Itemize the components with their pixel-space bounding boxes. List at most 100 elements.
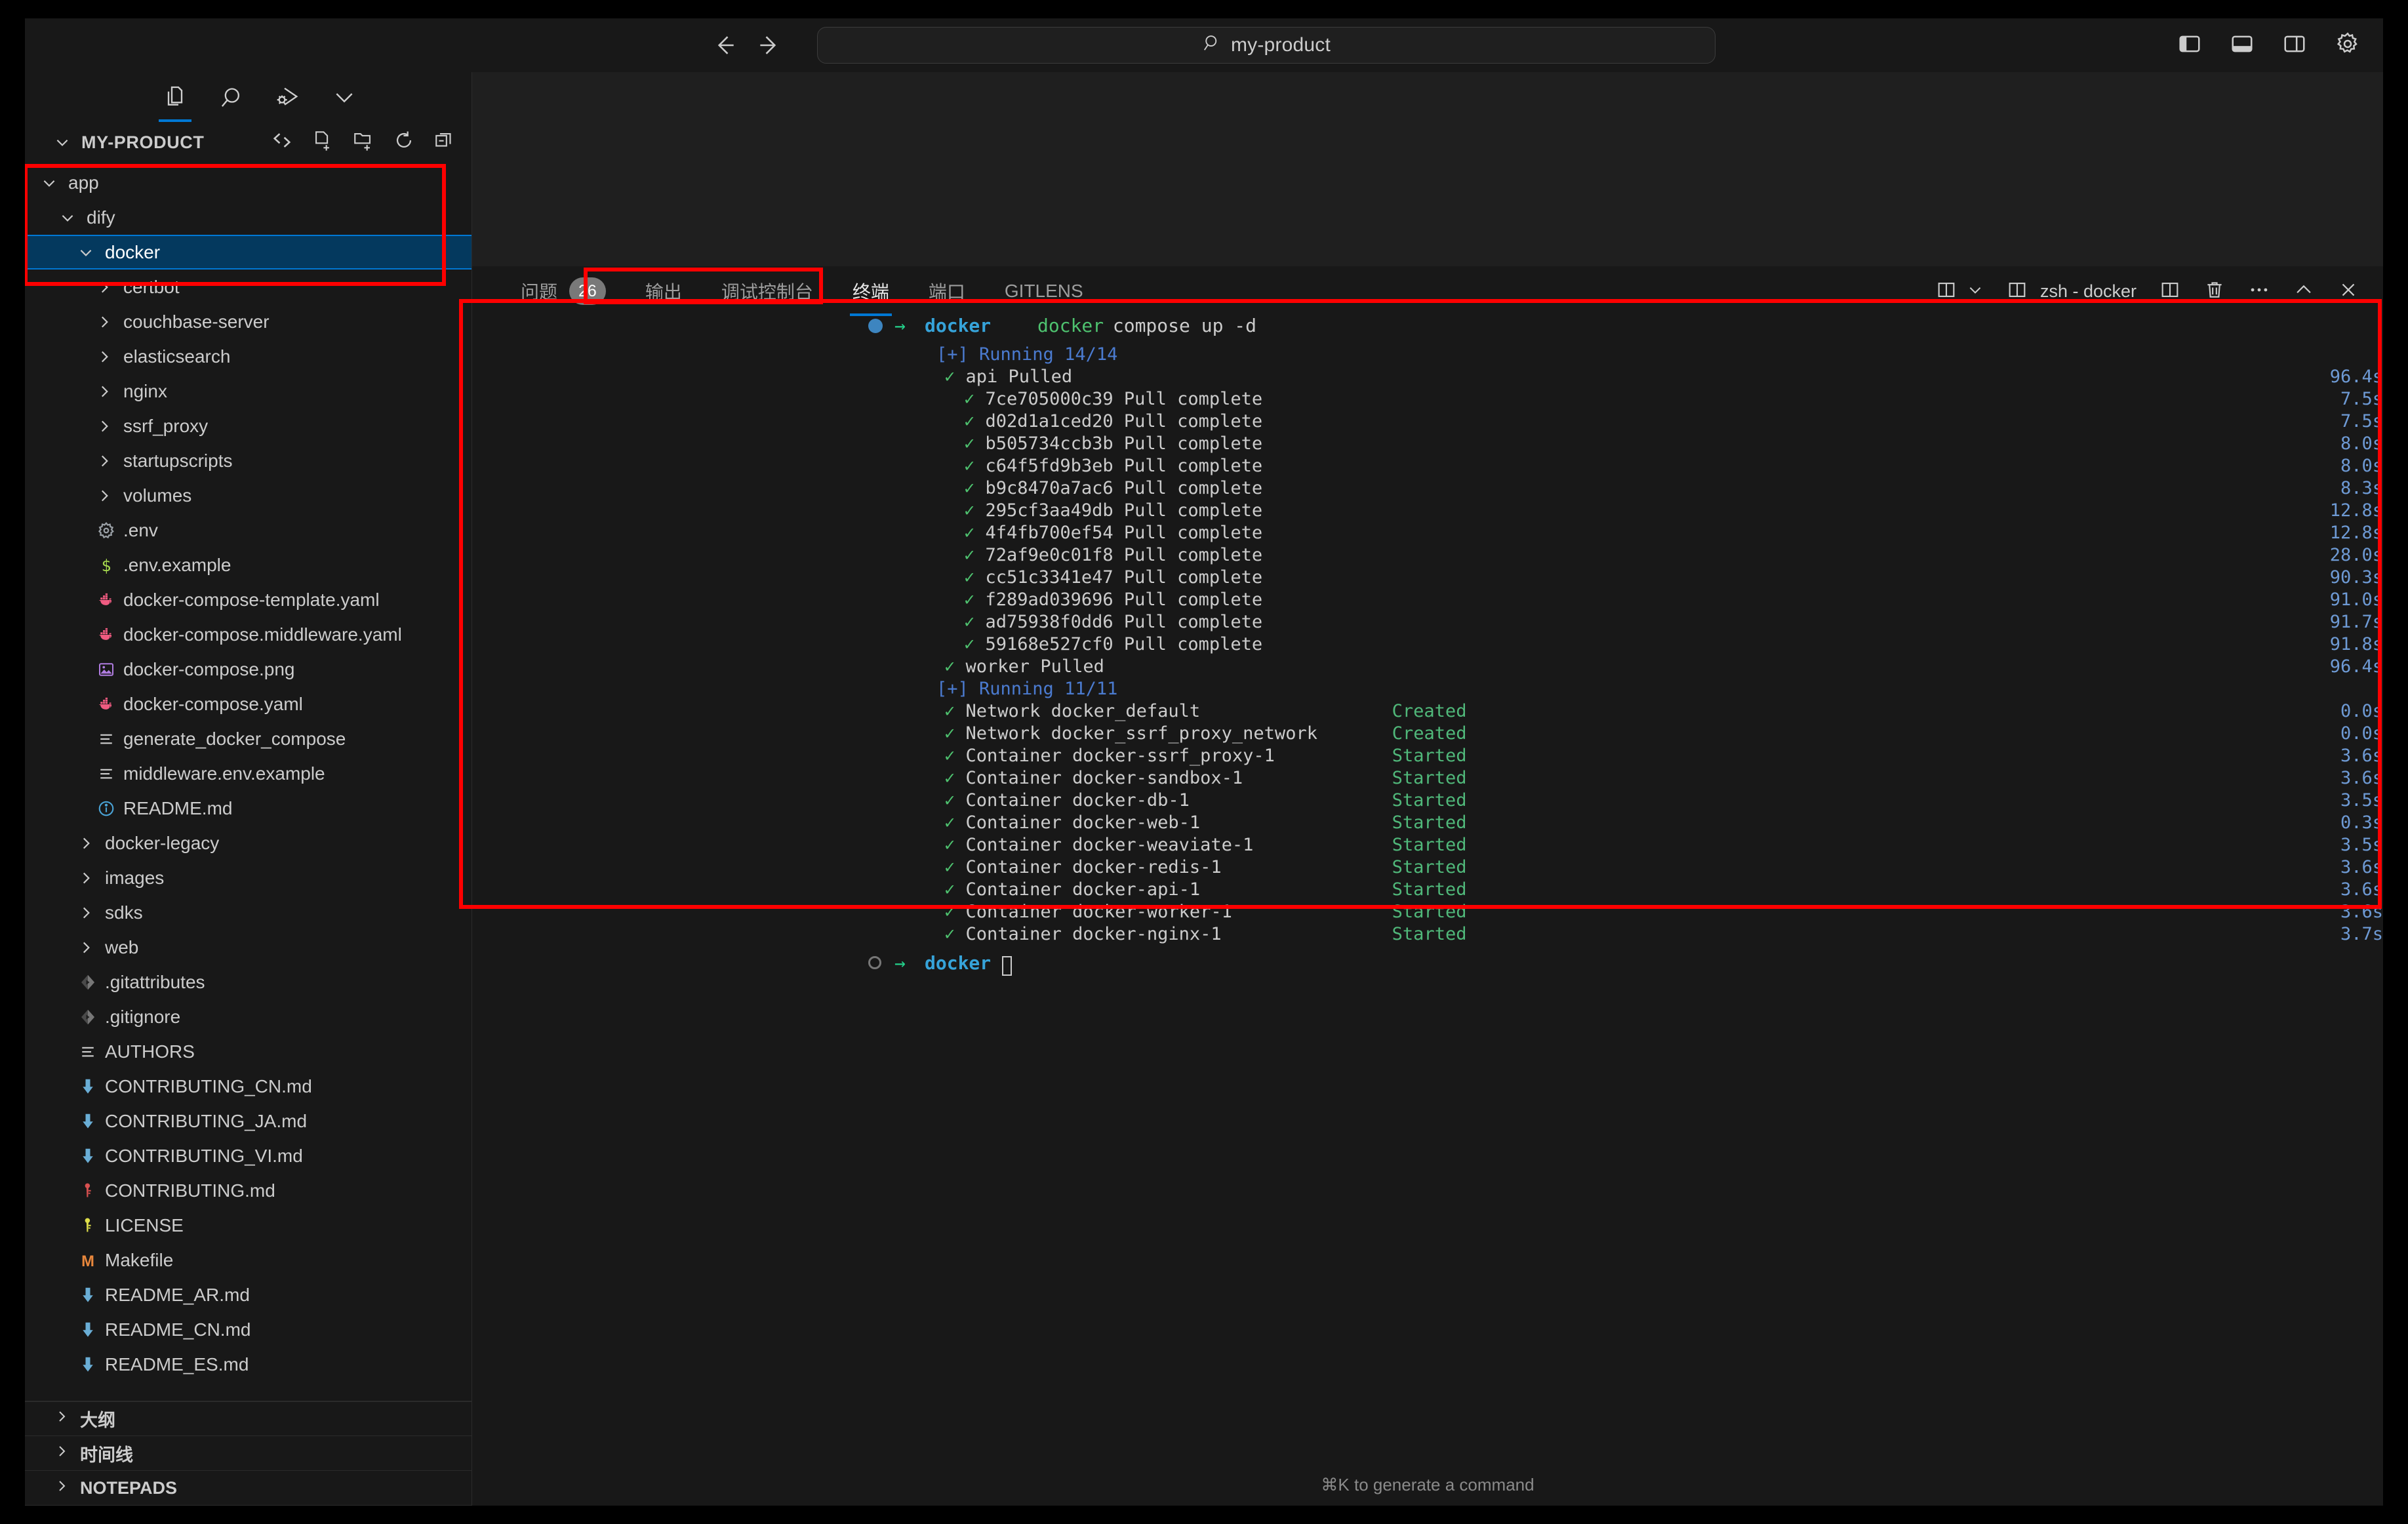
tree-folder-row[interactable]: nginx (25, 374, 472, 409)
sidebar-more-views-chevron-down-icon[interactable] (316, 72, 372, 122)
tab-ports[interactable]: 端口 (909, 266, 985, 316)
new-folder-icon[interactable] (352, 129, 374, 156)
collapse-all-icon[interactable] (433, 129, 456, 156)
tree-folder-row[interactable]: startupscripts (25, 443, 472, 478)
close-icon[interactable] (2337, 279, 2359, 304)
arrow-left-icon[interactable] (710, 31, 738, 60)
tree-file-row[interactable]: AUTHORS (25, 1034, 472, 1069)
terminal-tab-entry[interactable]: zsh - docker (2006, 279, 2137, 304)
tree-file-row[interactable]: docker-compose-template.yaml (25, 582, 472, 617)
tree-item-label: CONTRIBUTING_VI.md (105, 1145, 303, 1166)
tree-folder-row[interactable]: docker-legacy (25, 826, 472, 860)
terminal-output[interactable]: → docker docker compose up -d [+] Running 1… (472, 316, 2383, 1506)
sidebar-item-explorer[interactable] (147, 72, 203, 122)
tree-folder-row[interactable]: app (25, 165, 472, 200)
tree-file-row[interactable]: LICENSE (25, 1208, 472, 1243)
tree-folder-row[interactable]: sdks (25, 895, 472, 930)
tree-file-row[interactable]: middleware.env.example (25, 756, 472, 791)
tree-file-row[interactable]: CONTRIBUTING.md (25, 1173, 472, 1208)
tree-file-row[interactable]: CONTRIBUTING_JA.md (25, 1104, 472, 1138)
sidebar-collapsed-sections: 大纲 时间线 NOTEPADS (25, 1401, 472, 1506)
tree-file-row[interactable]: CONTRIBUTING_VI.md (25, 1138, 472, 1173)
bottom-panel: 问题 26 输出 调试控制台 终端 端口 GITLENS zsh - docke… (472, 266, 2383, 1506)
terminal-line-duration: 8.0s (2340, 456, 2383, 476)
tree-file-row[interactable]: docker-compose.png (25, 652, 472, 687)
tree-folder-row[interactable]: volumes (25, 478, 472, 513)
split-editor-icon[interactable] (2159, 279, 2181, 304)
tree-file-row[interactable]: README_CN.md (25, 1312, 472, 1347)
tree-folder-row[interactable]: certbot (25, 270, 472, 304)
toggle-secondary-sidebar-icon[interactable] (2282, 31, 2307, 60)
tab-output[interactable]: 输出 (626, 266, 702, 316)
tree-file-row[interactable]: .gitattributes (25, 965, 472, 999)
tab-problems[interactable]: 问题 26 (501, 266, 626, 316)
tree-folder-row[interactable]: ssrf_proxy (25, 409, 472, 443)
tab-terminal[interactable]: 终端 (833, 266, 909, 316)
refresh-icon[interactable] (393, 129, 415, 156)
chevron-down-icon (56, 209, 79, 226)
sidebar-section-notepads[interactable]: NOTEPADS (25, 1471, 472, 1506)
tree-item-label: app (68, 172, 99, 193)
tree-file-row[interactable]: generate_docker_compose (25, 721, 472, 756)
sidebar-section-timeline[interactable]: 时间线 (25, 1436, 472, 1471)
tree-file-row[interactable]: docker-compose.middleware.yaml (25, 617, 472, 652)
new-file-icon[interactable] (311, 129, 334, 156)
file-tree[interactable]: app dify docker certbot couchbase-server elas… (25, 163, 472, 1401)
tree-item-label: docker-legacy (105, 832, 220, 853)
more-actions-icon[interactable] (2248, 279, 2270, 304)
tree-file-row[interactable]: .gitignore (25, 999, 472, 1034)
tree-file-row[interactable]: README.md (25, 791, 472, 826)
terminal-line: ✓ Network docker_ssrf_proxy_network Creat… (944, 723, 2383, 744)
markdown-file-icon (75, 1285, 101, 1305)
arrow-right-icon[interactable] (755, 31, 784, 60)
tree-item-label: .gitignore (105, 1006, 181, 1027)
tree-folder-row[interactable]: images (25, 860, 472, 895)
markdown-file-icon (75, 1112, 101, 1131)
tree-file-row[interactable]: M Makefile (25, 1243, 472, 1277)
tree-file-row[interactable]: docker-compose.yaml (25, 687, 472, 721)
sidebar-item-run-and-debug[interactable] (260, 72, 316, 122)
tree-item-label: generate_docker_compose (123, 728, 346, 749)
terminal-line-text: 7ce705000c39 Pull complete (985, 389, 1263, 409)
chevron-up-icon[interactable] (2293, 279, 2315, 304)
tree-folder-row[interactable]: elasticsearch (25, 339, 472, 374)
prompt-arrow: → (894, 952, 906, 974)
trash-icon[interactable] (2203, 279, 2226, 304)
git-file-icon (75, 1007, 101, 1027)
quick-input-search-box[interactable]: my-product (817, 27, 1716, 64)
toggle-panel-icon[interactable] (2230, 31, 2255, 60)
tab-debug-console[interactable]: 调试控制台 (702, 266, 833, 316)
terminal-line-text: Network docker_ssrf_proxy_network (965, 723, 1317, 744)
split-terminal-dropdown[interactable] (1935, 279, 1984, 304)
tree-item-label: README_ES.md (105, 1354, 249, 1374)
terminal-line-text: 72af9e0c01f8 Pull complete (985, 545, 1263, 565)
tree-item-label: docker-compose.yaml (123, 693, 303, 714)
tab-gitlens[interactable]: GITLENS (985, 266, 1103, 316)
terminal-line-text: b505734ccb3b Pull complete (985, 433, 1263, 454)
sidebar-item-search[interactable] (203, 72, 260, 122)
tree-file-row[interactable]: $ .env.example (25, 548, 472, 582)
terminal-prompt-line[interactable]: → docker docker compose up -d (472, 316, 2383, 344)
tree-file-row[interactable]: README_AR.md (25, 1277, 472, 1312)
terminal-line: [+] Running 14/14 (925, 344, 2383, 366)
tree-file-row[interactable]: README_ES.md (25, 1347, 472, 1382)
tree-file-row[interactable]: .env (25, 513, 472, 548)
gear-icon[interactable] (2335, 31, 2361, 60)
tree-file-row[interactable]: CONTRIBUTING_CN.md (25, 1069, 472, 1104)
terminal-line: ✓ 72af9e0c01f8 Pull complete 28.0s (964, 545, 2383, 565)
panel-action-bar: zsh - docker (1935, 266, 2359, 316)
sidebar-section-outline[interactable]: 大纲 (25, 1401, 472, 1436)
explorer-section-header[interactable]: MY-PRODUCT (25, 122, 472, 163)
terminal-input-line[interactable]: → docker (868, 952, 2383, 980)
toggle-primary-sidebar-icon[interactable] (2177, 31, 2202, 60)
tree-item-label: CONTRIBUTING_JA.md (105, 1110, 308, 1131)
source-control-icon[interactable] (271, 129, 293, 156)
terminal-line-text: d02d1a1ced20 Pull complete (985, 411, 1263, 431)
tree-folder-row[interactable]: dify (25, 200, 472, 235)
text-file-icon (75, 1042, 101, 1062)
terminal-line-text: cc51c3341e47 Pull complete (985, 567, 1263, 588)
tree-folder-row[interactable]: web (25, 930, 472, 965)
terminal-line-text: c64f5fd9b3eb Pull complete (985, 456, 1263, 476)
tree-folder-row[interactable]: couchbase-server (25, 304, 472, 339)
tree-folder-row[interactable]: docker (25, 235, 472, 270)
